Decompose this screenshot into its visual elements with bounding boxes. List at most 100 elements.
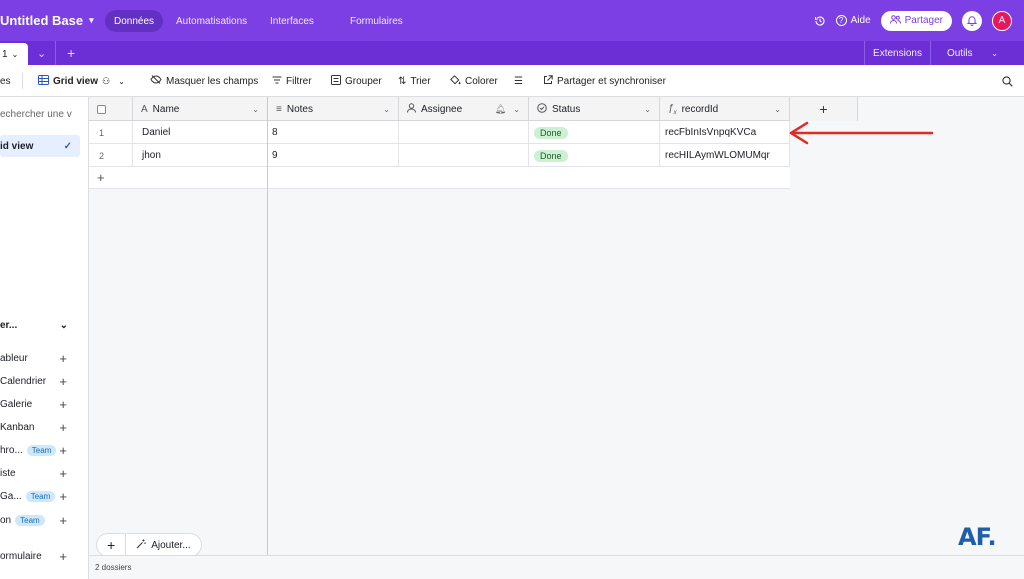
views-toggle-button[interactable]: es	[0, 65, 11, 97]
plus-icon: +	[59, 373, 67, 389]
tab-formulaires[interactable]: Formulaires	[341, 10, 412, 32]
column-label: recordId	[681, 103, 719, 115]
create-item[interactable]: Ga... Team +	[0, 487, 80, 505]
tools-button[interactable]: Outils ⌄	[931, 48, 1014, 59]
cell-assignee[interactable]	[399, 121, 529, 144]
plus-icon: +	[59, 512, 67, 528]
create-item[interactable]: Galerie +	[0, 395, 80, 413]
create-item[interactable]: hro... Team +	[0, 441, 80, 459]
cell-status[interactable]: Done	[529, 121, 660, 144]
add-field-button[interactable]: +	[790, 97, 858, 121]
group-button[interactable]: Grouper	[331, 65, 382, 97]
bell-icon[interactable]	[962, 10, 982, 31]
cell-name[interactable]: Daniel	[133, 121, 268, 144]
top-bar: Untitled Base ▾ Données Automatisations …	[0, 0, 1024, 41]
text-field-icon: A	[141, 103, 148, 115]
filter-button[interactable]: Filtrer	[272, 65, 312, 97]
plus-icon: +	[59, 419, 67, 435]
share-sync-button[interactable]: Partager et synchroniser	[543, 65, 666, 97]
formula-icon: ƒx	[668, 102, 677, 116]
history-icon[interactable]	[814, 15, 826, 27]
cell-status[interactable]: Done	[529, 144, 660, 167]
cell-assignee[interactable]	[399, 144, 529, 167]
plus-icon: +	[59, 465, 67, 481]
group-label: Grouper	[345, 75, 382, 87]
checkbox	[97, 104, 106, 114]
plus-icon: +	[59, 442, 67, 458]
add-row-button[interactable]: +	[89, 167, 790, 189]
team-badge: Team	[26, 444, 57, 456]
chevron-down-icon[interactable]: ⌄	[513, 105, 520, 114]
sidebar-item-grid-view[interactable]: id view ✓	[0, 135, 80, 157]
sort-button[interactable]: ⇅ Trier	[398, 65, 431, 97]
create-header-label: er...	[0, 320, 18, 331]
create-item[interactable]: on Team +	[0, 511, 80, 529]
column-header-recordid[interactable]: ƒx recordId ⌄	[660, 97, 790, 121]
help-icon: ?	[835, 15, 847, 26]
tab-donnees[interactable]: Données	[105, 10, 164, 32]
table-tab-active[interactable]: 1 ⌄	[0, 43, 28, 65]
filter-label: Filtrer	[286, 75, 312, 87]
cell-name[interactable]: jhon	[133, 144, 268, 167]
cell-recordid[interactable]: recFbInIsVnpqKVCa	[660, 121, 790, 144]
color-label: Colorer	[465, 75, 498, 87]
tab-divider	[55, 41, 56, 65]
view-toolbar: es Grid view ⚇ ⌄ Masquer les champs Filt…	[0, 65, 1024, 97]
column-header-notes[interactable]: ≡ Notes ⌄	[268, 97, 399, 121]
share-button[interactable]: Partager	[880, 10, 952, 31]
select-all-checkbox[interactable]	[89, 97, 133, 121]
chevron-down-icon: ▾	[89, 15, 94, 25]
collaborators-icon: ⚇	[102, 75, 111, 86]
table-row[interactable]: 1 Daniel 8 Done recFbInIsVnpqKVCa	[89, 121, 790, 144]
base-title[interactable]: Untitled Base ▾	[0, 0, 94, 41]
status-badge: Done	[534, 126, 568, 139]
create-item-label: on	[0, 514, 12, 526]
chevron-down-icon[interactable]: ⌄	[644, 105, 651, 114]
cell-notes[interactable]: 8	[268, 121, 399, 144]
color-button[interactable]: Colorer	[450, 65, 498, 97]
column-header-name[interactable]: A Name ⌄	[133, 97, 268, 121]
help-label: Aide	[850, 15, 871, 26]
table-row[interactable]: 2 jhon 9 Done recHILAymWLOMUMqr	[89, 144, 790, 167]
create-item[interactable]: Calendrier +	[0, 372, 80, 390]
tab-interfaces[interactable]: Interfaces	[261, 10, 323, 32]
chevron-down-icon[interactable]: ⌄	[383, 105, 390, 114]
cell-notes[interactable]: 9	[268, 144, 399, 167]
add-record-button[interactable]: +	[97, 533, 125, 557]
hide-fields-button[interactable]: Masquer les champs	[150, 65, 258, 97]
create-item[interactable]: iste +	[0, 464, 80, 482]
watermark-logo: AF.	[958, 523, 997, 551]
users-icon	[889, 14, 901, 27]
column-header-status[interactable]: Status ⌄	[529, 97, 660, 121]
tab-automatisations[interactable]: Automatisations	[167, 10, 256, 32]
create-item-label: Calendrier	[0, 375, 47, 387]
row-number: 1	[89, 121, 133, 144]
view-search-input[interactable]: echercher une v	[0, 109, 72, 120]
extensions-button[interactable]: Extensions	[865, 48, 930, 59]
sidebar-item-label: id view	[0, 140, 34, 152]
external-link-icon	[543, 74, 553, 88]
chevron-down-icon[interactable]: ⌄	[252, 105, 259, 114]
create-item-label: Ga...	[0, 490, 22, 502]
add-table-icon[interactable]: +	[67, 41, 75, 65]
cell-recordid[interactable]: recHILAymWLOMUMqr	[660, 144, 790, 167]
tables-dropdown-icon[interactable]: ⌄	[37, 41, 46, 65]
paint-bucket-icon	[450, 74, 461, 88]
add-with-ai-button[interactable]: Ajouter...	[126, 533, 200, 557]
avatar[interactable]: A	[992, 10, 1012, 31]
column-header-assignee[interactable]: Assignee 🔔︎ ⌄	[399, 97, 529, 121]
create-item[interactable]: ormulaire +	[0, 547, 80, 565]
view-switcher[interactable]: Grid view ⚇ ⌄	[38, 65, 125, 97]
create-item[interactable]: Kanban +	[0, 418, 80, 436]
chevron-down-icon[interactable]: ⌄	[774, 105, 781, 114]
views-sidebar: echercher une v id view ✓ er... ⌄ ableur…	[0, 97, 89, 579]
column-label: Notes	[286, 103, 313, 115]
sort-label: Trier	[410, 75, 431, 87]
create-item[interactable]: ableur +	[0, 349, 80, 367]
search-icon[interactable]	[1002, 65, 1013, 97]
tabbar-right: Extensions Outils ⌄	[864, 41, 1014, 65]
create-section-header[interactable]: er... ⌄	[0, 320, 80, 331]
create-item-label: ormulaire	[0, 550, 42, 562]
row-height-button[interactable]: ☰	[514, 65, 523, 97]
help-button[interactable]: ? Aide	[835, 15, 871, 26]
